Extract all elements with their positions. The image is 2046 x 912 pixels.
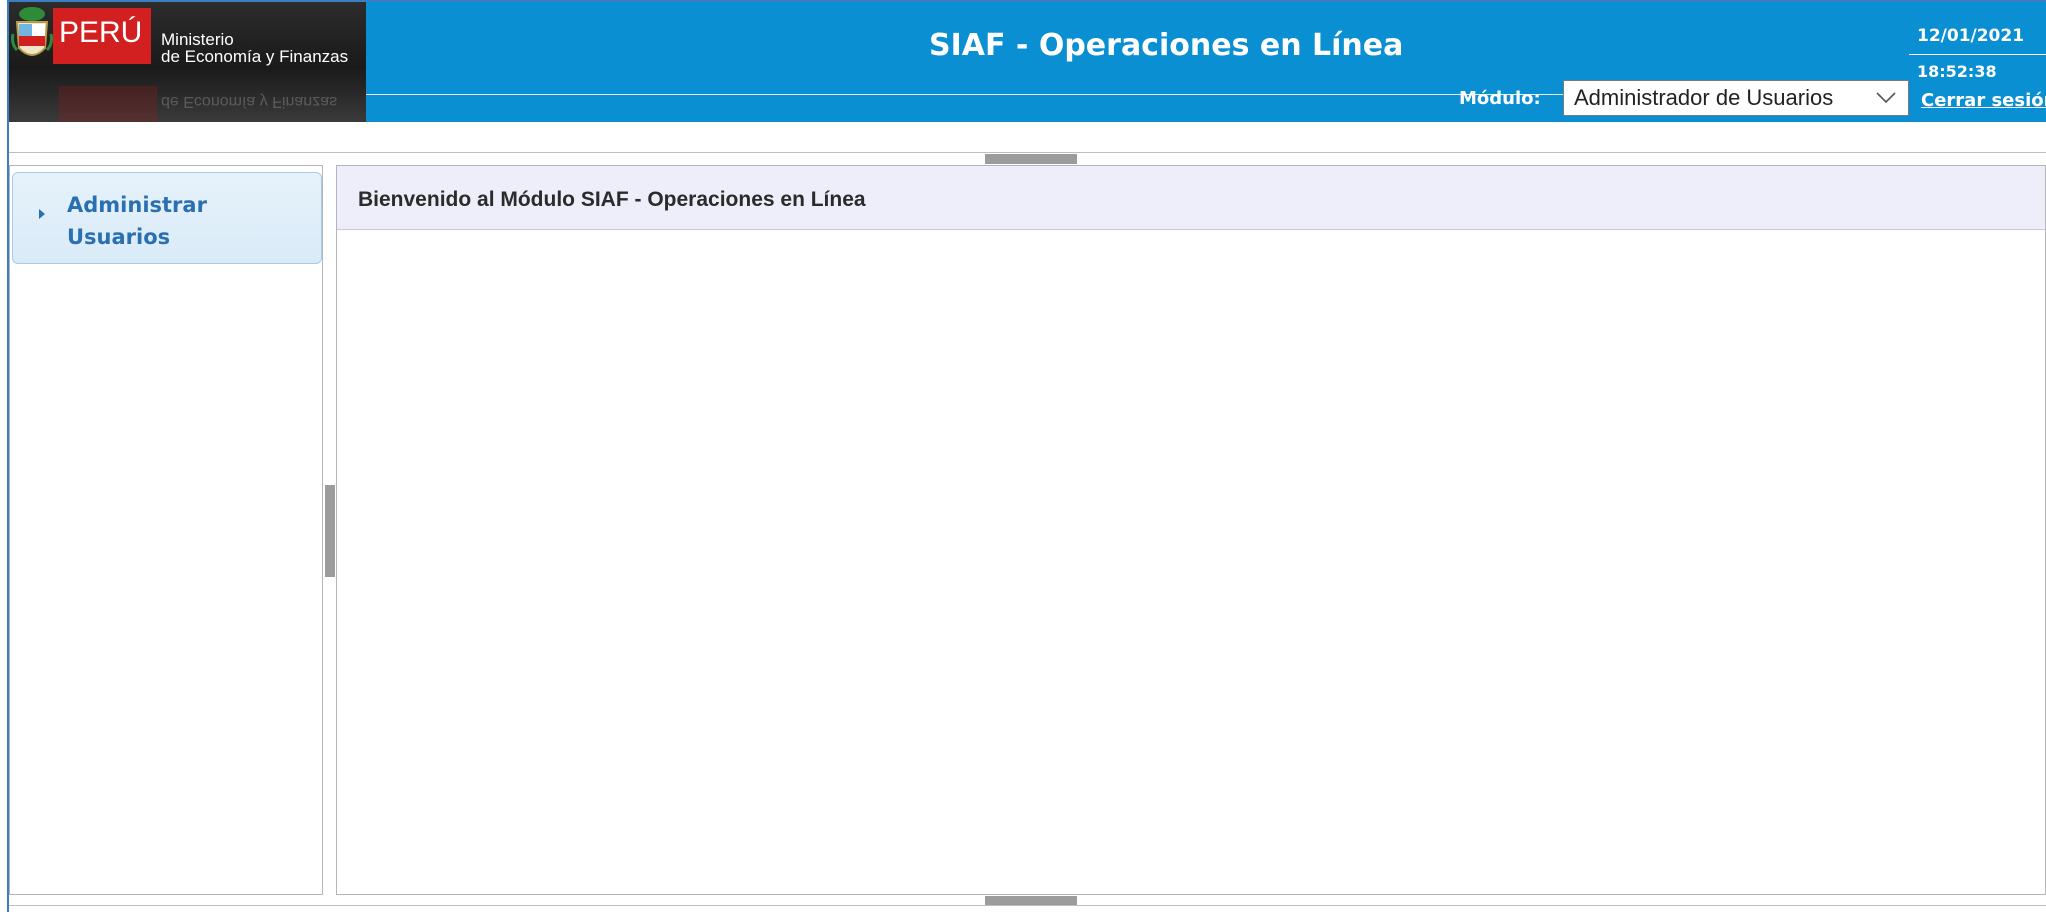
top-splitter-handle[interactable] (985, 154, 1077, 164)
sidebar-item-administrar-usuarios[interactable]: Administrar Usuarios (12, 172, 322, 264)
main-panel: Bienvenido al Módulo SIAF - Operaciones … (336, 165, 2046, 895)
welcome-title: Bienvenido al Módulo SIAF - Operaciones … (358, 188, 866, 211)
logout-link[interactable]: Cerrar sesión (1921, 90, 2046, 111)
logo-country: PERÚ (59, 16, 143, 49)
module-select[interactable]: Administrador de Usuarios (1563, 80, 1909, 116)
triangle-right-icon (39, 209, 45, 219)
current-time: 18:52:38 (1917, 62, 1997, 81)
current-date: 12/01/2021 (1917, 26, 2025, 46)
sidebar: Administrar Usuarios (9, 165, 323, 895)
app-header: PERÚ Ministerio de Economía y Finanzas d… (9, 2, 2046, 122)
logo-reflection-text: de Economía y Finanzas (161, 93, 338, 110)
main-panel-header: Bienvenido al Módulo SIAF - Operaciones … (337, 166, 2045, 230)
vertical-splitter-handle[interactable] (325, 485, 335, 577)
module-select-value: Administrador de Usuarios (1574, 85, 1834, 110)
bottom-splitter (9, 905, 2046, 906)
app-title: SIAF - Operaciones en Línea (929, 28, 1404, 63)
top-splitter (9, 152, 2046, 153)
ministry-logo: PERÚ Ministerio de Economía y Finanzas d… (9, 2, 366, 122)
logo-reflection: de Economía y Finanzas (9, 76, 366, 122)
date-divider (1909, 54, 2046, 55)
module-label: Módulo: (1459, 88, 1541, 109)
chevron-down-icon (1876, 92, 1896, 104)
sidebar-item-label: Administrar Usuarios (67, 193, 207, 249)
coat-of-arms-icon (11, 7, 53, 56)
logo-ministry-line2: de Economía y Finanzas (161, 47, 349, 66)
